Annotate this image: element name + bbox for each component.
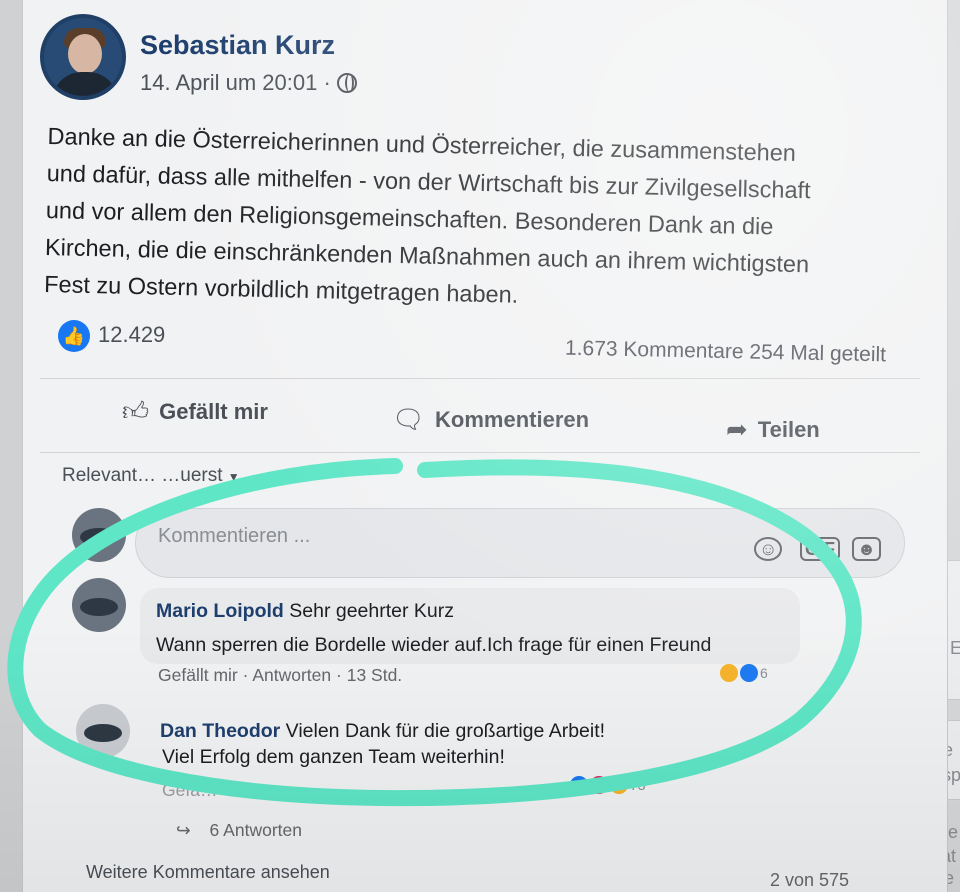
author-avatar[interactable] xyxy=(40,14,126,100)
commenter-name[interactable]: Dan Theodor xyxy=(160,720,280,742)
share-button-label: Teilen xyxy=(757,416,820,442)
reaction-count: 6 xyxy=(760,665,768,681)
commenter-avatar[interactable] xyxy=(76,704,130,758)
comment-text: Vielen Dank für die großartige Arbeit! xyxy=(285,720,606,742)
comment-button[interactable]: 🗨︎ Kommentieren xyxy=(392,404,589,435)
replies-count: 6 Antworten xyxy=(209,820,302,840)
view-replies-link[interactable]: ↪ 6 Antworten xyxy=(176,820,302,841)
author-name[interactable]: Sebastian Kurz xyxy=(140,30,335,61)
share-icon: ➦ xyxy=(726,414,748,444)
globe-icon xyxy=(336,73,357,93)
comment-reply-link[interactable]: · Antworten xyxy=(243,665,332,685)
love-reaction-icon xyxy=(590,776,608,794)
comment-first-line: Dan Theodor Vielen Dank für die großarti… xyxy=(160,720,605,743)
haha-reaction-icon xyxy=(610,776,628,794)
like-count[interactable]: 12.429 xyxy=(98,322,165,348)
share-button[interactable]: ➦ Teilen xyxy=(726,414,820,445)
comment-pager: 2 von 575 xyxy=(770,870,850,890)
comment-icon: 🗨︎ xyxy=(392,404,426,434)
post-body: Danke an die Österreicherinnen und Öster… xyxy=(44,118,928,323)
like-button-label: Gefällt mir xyxy=(159,398,268,424)
comment-reactions[interactable]: 73 xyxy=(570,776,646,794)
comment-input-placeholder: Kommentieren ... xyxy=(158,525,311,547)
comment-text: Sehr geehrter Kurz xyxy=(289,600,455,622)
comment-text: Wann sperren die Bordelle wieder auf.Ich… xyxy=(156,634,712,656)
comment-actions: Gefällt mir · Antworten · 13 Std. xyxy=(158,665,402,686)
rail-text: E xyxy=(950,638,960,658)
reply-arrow-icon: ↪ xyxy=(176,820,191,840)
comment-actions[interactable]: Gefä… xyxy=(162,780,217,801)
commenter-name[interactable]: Mario Loipold xyxy=(156,600,284,622)
divider xyxy=(40,452,920,453)
comment-like-link[interactable]: Gefällt mir xyxy=(158,665,238,685)
comment-first-line: Mario Loipold Sehr geehrter Kurz xyxy=(156,600,454,623)
sticker-icon[interactable]: ☻ xyxy=(852,537,881,561)
gif-icon[interactable]: GIF xyxy=(800,537,840,561)
comment-text: Viel Erfolg dem ganzen Team weiterhin! xyxy=(162,746,505,768)
reaction-count: 73 xyxy=(630,777,646,793)
like-reaction-icon xyxy=(570,776,588,794)
haha-reaction-icon xyxy=(720,664,738,682)
caret-down-icon: ▼ xyxy=(227,470,240,484)
current-user-avatar xyxy=(72,508,126,562)
comment-sort-dropdown[interactable]: Relevant… …uerst ▼ xyxy=(62,465,240,487)
comment-button-label: Kommentieren xyxy=(435,406,590,432)
sort-label: Relevant… …uerst xyxy=(62,465,223,486)
more-comments-link[interactable]: Weitere Kommentare ansehen xyxy=(86,862,330,883)
commenter-avatar[interactable] xyxy=(72,578,126,632)
comment-reactions[interactable]: 6 xyxy=(720,664,768,682)
like-reaction-icon xyxy=(740,664,758,682)
divider xyxy=(40,378,920,379)
post-date[interactable]: 14. April um 20:01 · xyxy=(140,70,331,96)
like-reaction-icon: 👍 xyxy=(58,320,90,352)
comment-time[interactable]: · 13 Std. xyxy=(336,665,402,685)
post-meta: 14. April um 20:01 · xyxy=(140,70,357,96)
comment-input[interactable]: Kommentieren ... xyxy=(135,508,905,578)
thumbs-up-icon: 👍︎ xyxy=(122,396,150,426)
like-button[interactable]: 👍︎ Gefällt mir xyxy=(122,396,268,427)
